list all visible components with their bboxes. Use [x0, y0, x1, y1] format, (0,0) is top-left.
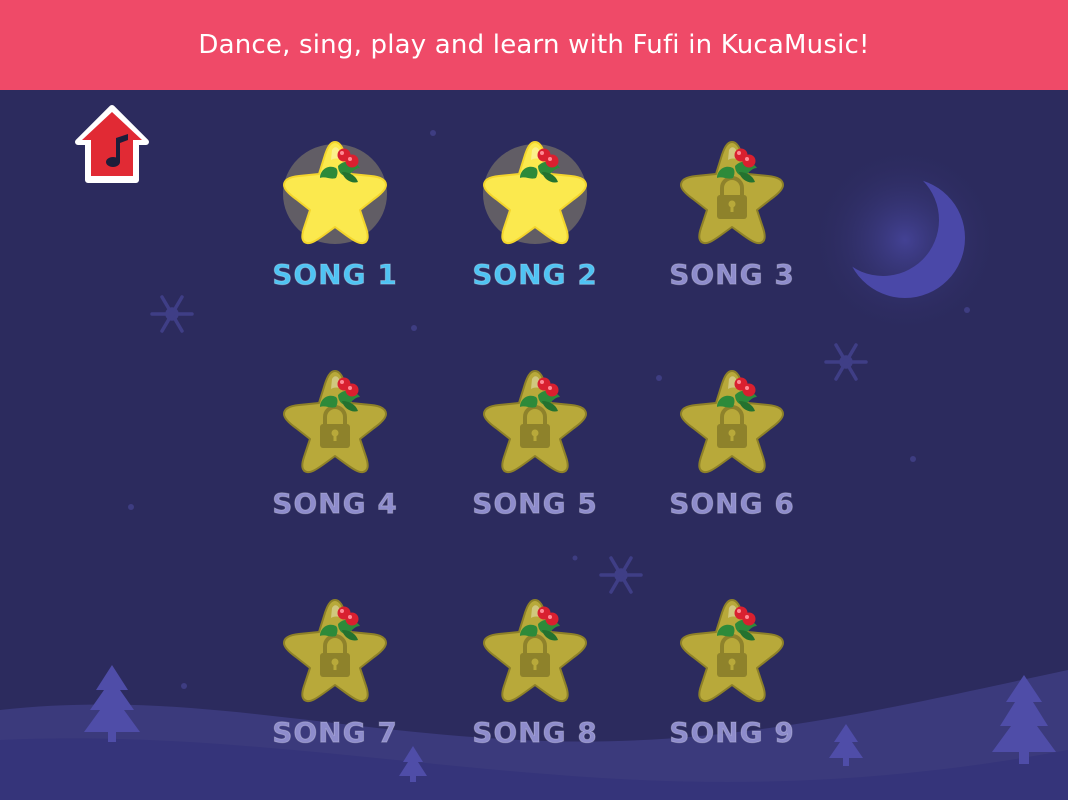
song-label: SONG 1	[272, 258, 398, 292]
locked-star-icon	[483, 370, 587, 474]
locked-star-icon	[283, 370, 387, 474]
song-label: SONG 8	[472, 716, 598, 750]
home-music-icon	[75, 105, 149, 183]
song-label: SONG 9	[669, 716, 795, 750]
song-button-5[interactable]: SONG 5	[455, 365, 615, 545]
locked-star-icon	[680, 599, 784, 703]
home-button[interactable]	[74, 104, 150, 184]
locked-star-icon	[680, 370, 784, 474]
app-screen: Dance, sing, play and learn with Fufi in…	[0, 0, 1068, 800]
star-icon	[283, 141, 387, 245]
song-button-4[interactable]: SONG 4	[255, 365, 415, 545]
song-button-3[interactable]: SONG 3	[652, 136, 812, 316]
song-label: SONG 5	[472, 487, 598, 521]
snowflake-icon	[824, 343, 868, 381]
song-button-2[interactable]: SONG 2	[455, 136, 615, 316]
song-label: SONG 7	[272, 716, 398, 750]
promo-banner: Dance, sing, play and learn with Fufi in…	[0, 0, 1068, 90]
locked-star-icon	[483, 599, 587, 703]
song-button-9[interactable]: SONG 9	[652, 594, 812, 774]
locked-star-icon	[680, 141, 784, 245]
song-button-8[interactable]: SONG 8	[455, 594, 615, 774]
locked-star-icon	[283, 599, 387, 703]
snowflake-icon	[150, 295, 194, 333]
song-button-7[interactable]: SONG 7	[255, 594, 415, 774]
tree-icon	[84, 665, 140, 742]
song-button-1[interactable]: SONG 1	[255, 136, 415, 316]
banner-text: Dance, sing, play and learn with Fufi in…	[198, 30, 870, 60]
song-label: SONG 3	[669, 258, 795, 292]
song-label: SONG 2	[472, 258, 598, 292]
moon-icon	[810, 145, 1000, 335]
snowflake-icon	[599, 556, 643, 594]
song-button-6[interactable]: SONG 6	[652, 365, 812, 545]
song-label: SONG 6	[669, 487, 795, 521]
song-label: SONG 4	[272, 487, 398, 521]
star-icon	[483, 141, 587, 245]
